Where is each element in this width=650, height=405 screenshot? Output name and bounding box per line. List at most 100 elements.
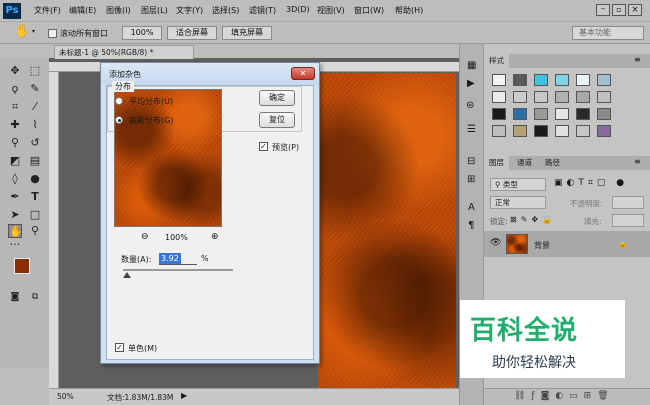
menu-view[interactable]: 视图(V)	[317, 5, 345, 16]
ok-button[interactable]: 确定	[259, 90, 295, 106]
tab-paths[interactable]: 路径	[540, 156, 565, 170]
character-icon[interactable]: A	[468, 202, 475, 213]
clone-stamp-tool-icon[interactable]: ⚲	[8, 136, 22, 150]
status-arrow-icon[interactable]: ▶	[181, 391, 187, 400]
style-preset-swatch[interactable]	[492, 125, 506, 137]
workspace-select[interactable]: 基本功能	[572, 26, 644, 40]
uniform-radio[interactable]	[115, 97, 123, 105]
type-tool-icon[interactable]: T	[28, 190, 42, 204]
history-brush-tool-icon[interactable]: ↺	[28, 136, 42, 150]
tab-channels[interactable]: 通道	[512, 156, 537, 170]
brush-preset-icon[interactable]: ⊞	[467, 174, 475, 185]
rectangle-tool-icon[interactable]: □	[28, 208, 42, 222]
zoom-out-icon[interactable]: ⊖	[141, 232, 149, 242]
menu-select[interactable]: 选择(S)	[212, 5, 239, 16]
style-preset-swatch[interactable]	[534, 74, 548, 86]
monochrome-checkbox[interactable]: ✓	[115, 343, 124, 352]
style-preset-swatch[interactable]	[513, 125, 527, 137]
more-tools-icon[interactable]: ···	[8, 238, 22, 252]
style-preset-swatch[interactable]	[576, 91, 590, 103]
style-preset-swatch[interactable]	[555, 108, 569, 120]
hand-tool-icon[interactable]: ✋	[14, 24, 30, 39]
document-canvas[interactable]	[318, 73, 456, 388]
menu-3d[interactable]: 3D(D)	[286, 5, 310, 14]
pen-tool-icon[interactable]: ✒	[8, 190, 22, 204]
amount-slider-track[interactable]	[123, 269, 233, 271]
crop-tool-icon[interactable]: ⌗	[8, 100, 22, 114]
menu-file[interactable]: 文件(F)	[34, 5, 61, 16]
move-tool-icon[interactable]: ✥	[8, 64, 22, 78]
lasso-tool-icon[interactable]: ϙ	[8, 82, 22, 96]
style-preset-swatch[interactable]	[534, 91, 548, 103]
chevron-down-icon[interactable]: ▾	[32, 28, 35, 35]
properties-icon[interactable]: ☰	[467, 124, 476, 135]
menu-layer[interactable]: 图层(L)	[141, 5, 168, 16]
style-preset-swatch[interactable]	[513, 91, 527, 103]
menu-image[interactable]: 图像(I)	[106, 5, 131, 16]
minimize-icon[interactable]: –	[596, 4, 610, 16]
style-preset-swatch[interactable]	[576, 125, 590, 137]
style-preset-swatch[interactable]	[597, 74, 611, 86]
screen-mode-icon[interactable]: ⧉	[28, 290, 42, 304]
history-icon[interactable]: ▦	[467, 60, 476, 71]
close-icon[interactable]: ×	[628, 4, 642, 16]
opacity-input[interactable]	[612, 196, 644, 209]
actions-play-icon[interactable]: ▶	[467, 78, 475, 89]
layer-filter-icons[interactable]: ▣◐T⌗▢ ●	[554, 178, 628, 188]
style-preset-swatch[interactable]	[534, 125, 548, 137]
zoom-100-button[interactable]: 100%	[122, 26, 162, 40]
restore-icon[interactable]: ▫	[612, 4, 626, 16]
style-preset-swatch[interactable]	[555, 74, 569, 86]
style-preset-swatch[interactable]	[492, 74, 506, 86]
style-preset-swatch[interactable]	[534, 108, 548, 120]
dodge-tool-icon[interactable]: ●	[28, 172, 42, 186]
healing-brush-tool-icon[interactable]: ✚	[8, 118, 22, 132]
panel-menu-icon[interactable]: ≡	[634, 55, 641, 64]
reset-button[interactable]: 复位	[259, 112, 295, 128]
fill-input[interactable]	[612, 214, 644, 227]
eraser-tool-icon[interactable]: ◩	[8, 154, 22, 168]
quick-mask-icon[interactable]: ◙	[8, 290, 22, 304]
gradient-tool-icon[interactable]: ▤	[28, 154, 42, 168]
hand-tool-icon[interactable]: ✋	[8, 224, 23, 238]
menu-window[interactable]: 窗口(W)	[354, 5, 384, 16]
adjustments-icon[interactable]: ⊜	[466, 100, 474, 111]
kind-filter-select[interactable]: ⚲ 类型	[490, 178, 546, 191]
eyedropper-tool-icon[interactable]: ⁄	[28, 100, 42, 114]
path-select-tool-icon[interactable]: ➤	[8, 208, 22, 222]
style-preset-swatch[interactable]	[597, 125, 611, 137]
zoom-level[interactable]: 50%	[57, 392, 74, 401]
lock-icons[interactable]: ⊠✎✥🔒	[510, 215, 556, 224]
scroll-all-checkbox[interactable]	[48, 29, 57, 38]
style-preset-swatch[interactable]	[576, 74, 590, 86]
layers-menu-icon[interactable]: ≡	[634, 157, 641, 166]
document-tab[interactable]: 未标题-1 @ 50%(RGB/8) *	[54, 45, 194, 59]
fill-screen-button[interactable]: 填充屏幕	[222, 26, 272, 40]
style-preset-swatch[interactable]	[576, 108, 590, 120]
style-preset-swatch[interactable]	[492, 91, 506, 103]
dialog-close-icon[interactable]: ✕	[291, 67, 315, 80]
menu-edit[interactable]: 编辑(E)	[69, 5, 96, 16]
zoom-tool-icon[interactable]: ⚲	[28, 224, 42, 238]
menu-filter[interactable]: 滤镜(T)	[249, 5, 276, 16]
quick-select-tool-icon[interactable]: ✎	[28, 82, 42, 96]
foreground-color-swatch[interactable]	[14, 258, 30, 274]
style-preset-swatch[interactable]	[492, 108, 506, 120]
style-preset-swatch[interactable]	[555, 91, 569, 103]
style-preset-swatch[interactable]	[513, 108, 527, 120]
blend-mode-select[interactable]: 正常	[490, 196, 546, 209]
zoom-in-icon[interactable]: ⊕	[211, 232, 219, 242]
menu-help[interactable]: 帮助(H)	[395, 5, 423, 16]
marquee-tool-icon[interactable]: ⬚	[28, 64, 42, 78]
brush-tool-icon[interactable]: ⌇	[28, 118, 42, 132]
layers-footer-icons[interactable]: ⛓ƒ◙◐▭⊞🗑	[514, 391, 615, 401]
paragraph-icon[interactable]: ¶	[468, 220, 474, 231]
blur-tool-icon[interactable]: ◊	[8, 172, 22, 186]
style-preset-swatch[interactable]	[513, 74, 527, 86]
preview-checkbox[interactable]: ✓	[259, 142, 268, 151]
layer-row-background[interactable]: 👁 背景 🔒	[484, 231, 650, 257]
fit-screen-button[interactable]: 适合屏幕	[167, 26, 217, 40]
visibility-eye-icon[interactable]: 👁	[490, 238, 501, 248]
tab-layers[interactable]: 图层	[484, 156, 509, 170]
style-preset-swatch[interactable]	[597, 108, 611, 120]
